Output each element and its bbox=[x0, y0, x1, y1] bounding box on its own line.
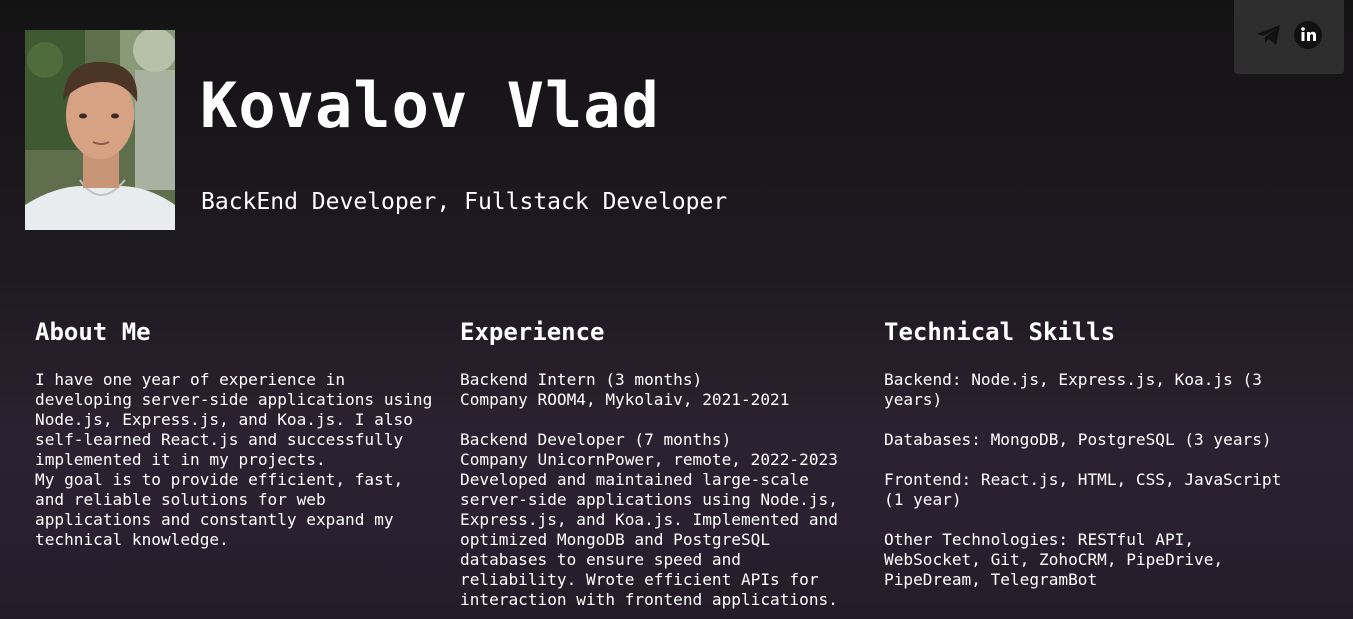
skill-group: Other Technologies: RESTful API, WebSock… bbox=[884, 530, 1284, 590]
skill-line: (1 year) bbox=[884, 490, 962, 509]
about-heading: About Me bbox=[35, 318, 151, 346]
skill-group: Backend: Node.js, Express.js, Koa.js (3 … bbox=[884, 370, 1284, 410]
skill-group: Databases: MongoDB, PostgreSQL (3 years) bbox=[884, 430, 1284, 450]
about-line: implemented it in my projects. bbox=[35, 450, 326, 469]
job-line: server-side applications using Node.js, bbox=[460, 490, 838, 509]
about-line: and reliable solutions for web bbox=[35, 490, 326, 509]
job-entry: Backend Developer (7 months) Company Uni… bbox=[460, 430, 860, 610]
skill-line: Backend: Node.js, Express.js, Koa.js (3 bbox=[884, 370, 1262, 389]
job-line: Express.js, and Koa.js. Implemented and bbox=[460, 510, 838, 529]
skills-section: Technical Skills Backend: Node.js, Expre… bbox=[884, 315, 1284, 590]
job-line: reliability. Wrote efficient APIs for bbox=[460, 570, 819, 589]
experience-list: Backend Intern (3 months) Company ROOM4,… bbox=[460, 370, 860, 610]
profile-role: BackEnd Developer, Fullstack Developer bbox=[201, 189, 728, 215]
about-line: developing server-side applications usin… bbox=[35, 390, 433, 409]
skill-group: Frontend: React.js, HTML, CSS, JavaScrip… bbox=[884, 470, 1284, 510]
about-line: I have one year of experience in bbox=[35, 370, 346, 389]
skill-line: Frontend: React.js, HTML, CSS, JavaScrip… bbox=[884, 470, 1282, 489]
about-line: My goal is to provide efficient, fast, bbox=[35, 470, 404, 489]
about-line: applications and constantly expand my bbox=[35, 510, 394, 529]
telegram-icon[interactable] bbox=[1255, 21, 1283, 49]
profile-header: Kovalov Vlad BackEnd Developer, Fullstac… bbox=[0, 0, 1353, 260]
job-line: Backend Intern (3 months) bbox=[460, 370, 703, 389]
job-line: interaction with frontend applications. bbox=[460, 590, 838, 609]
profile-photo bbox=[25, 30, 175, 230]
job-line: Company UnicornPower, remote, 2022-2023 bbox=[460, 450, 838, 469]
skills-heading: Technical Skills bbox=[884, 318, 1116, 346]
job-line: optimized MongoDB and PostgreSQL bbox=[460, 530, 771, 549]
about-line: Node.js, Express.js, and Koa.js. I also bbox=[35, 410, 413, 429]
skill-line: PipeDream, TelegramBot bbox=[884, 570, 1098, 589]
social-links bbox=[1234, 0, 1344, 74]
about-line: self-learned React.js and successfully bbox=[35, 430, 404, 449]
linkedin-icon[interactable] bbox=[1294, 21, 1322, 49]
experience-section: Experience Backend Intern (3 months) Com… bbox=[460, 315, 860, 610]
about-line: technical knowledge. bbox=[35, 530, 229, 549]
job-line: Company ROOM4, Mykolaiv, 2021-2021 bbox=[460, 390, 790, 409]
skill-line: Databases: MongoDB, PostgreSQL (3 years) bbox=[884, 430, 1272, 449]
about-section: About Me I have one year of experience i… bbox=[35, 315, 435, 550]
about-text: I have one year of experience in develop… bbox=[35, 370, 435, 550]
skill-line: WebSocket, Git, ZohoCRM, PipeDrive, bbox=[884, 550, 1224, 569]
job-line: Backend Developer (7 months) bbox=[460, 430, 732, 449]
experience-heading: Experience bbox=[460, 318, 605, 346]
job-entry: Backend Intern (3 months) Company ROOM4,… bbox=[460, 370, 860, 410]
skill-line: years) bbox=[884, 390, 943, 409]
job-line: Developed and maintained large-scale bbox=[460, 470, 809, 489]
job-line: databases to ensure speed and bbox=[460, 550, 741, 569]
skills-list: Backend: Node.js, Express.js, Koa.js (3 … bbox=[884, 370, 1284, 590]
skill-line: Other Technologies: RESTful API, bbox=[884, 530, 1195, 549]
profile-name: Kovalov Vlad bbox=[200, 69, 660, 142]
